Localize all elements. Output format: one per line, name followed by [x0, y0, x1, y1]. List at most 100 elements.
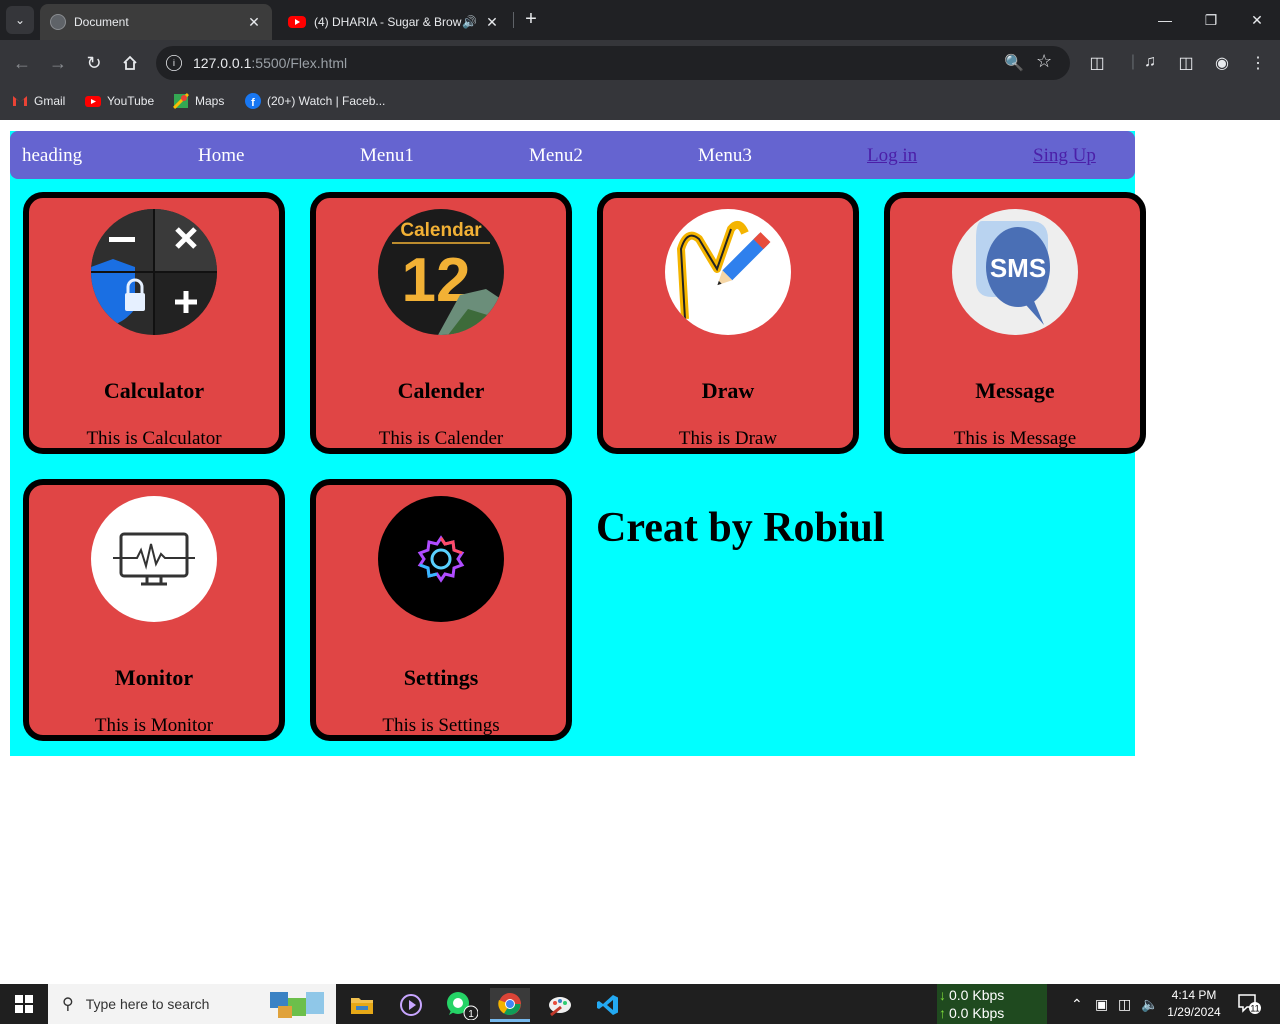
tab-title: (4) DHARIA - Sugar & Brownies [314, 15, 462, 29]
taskbar-file-explorer[interactable] [342, 988, 382, 1022]
window-close-button[interactable]: ✕ [1234, 0, 1280, 40]
nav-item-menu1[interactable]: Menu1 [360, 145, 414, 167]
folder-icon [351, 998, 373, 1014]
forward-button[interactable]: → [44, 49, 72, 77]
bookmark-star-icon[interactable]: ☆ [1036, 51, 1052, 72]
chevron-down-icon: ⌄ [14, 13, 26, 27]
close-icon[interactable]: ✕ [482, 14, 502, 31]
search-highlight-icon [270, 992, 324, 1018]
whatsapp-icon: 1 [447, 992, 478, 1020]
card-description: This is Settings [382, 715, 500, 736]
close-icon[interactable]: ✕ [244, 14, 264, 31]
bookmark-label: Gmail [34, 94, 66, 108]
card-description: This is Draw [678, 428, 778, 449]
network-icon[interactable]: ◫ [1118, 996, 1131, 1013]
reload-icon: ↻ [86, 52, 102, 73]
svg-text:f: f [251, 97, 255, 109]
notification-center[interactable]: 11 [1238, 994, 1262, 1017]
side-panel-icon[interactable]: ◫ [1175, 53, 1197, 73]
taskbar-paint[interactable] [540, 988, 580, 1022]
address-bar[interactable]: i 127.0.0.1:5500/Flex.html 🔍 ☆ [156, 46, 1070, 80]
taskbar-chrome[interactable] [490, 988, 530, 1022]
tab-separator [513, 12, 514, 28]
taskbar-media-player[interactable] [391, 988, 431, 1022]
download-arrow-icon: ↓ [939, 987, 946, 1003]
home-button[interactable] [116, 49, 144, 77]
zoom-icon[interactable]: 🔍 [1004, 53, 1024, 73]
meet-now-icon[interactable]: ▣ [1095, 996, 1108, 1013]
extensions-icon[interactable]: ◫ [1086, 53, 1108, 73]
top-navbar: heading Home Menu1 Menu2 Menu3 Log in Si… [10, 131, 1135, 179]
gmail-icon [13, 96, 27, 106]
card-calender[interactable]: Calendar 12 Calender This is Calender [310, 192, 572, 454]
new-tab-button[interactable]: + [520, 8, 542, 30]
card-title: Monitor [114, 665, 194, 690]
login-link[interactable]: Log in [867, 145, 917, 167]
page-container: heading Home Menu1 Menu2 Menu3 Log in Si… [10, 131, 1146, 756]
calendar-icon: Calendar 12 [378, 209, 504, 335]
site-info-icon[interactable]: i [166, 55, 182, 71]
youtube-icon [288, 16, 306, 28]
monitor-icon [91, 496, 217, 622]
more-menu-icon[interactable]: ⋮ [1247, 53, 1269, 73]
card-monitor[interactable]: Monitor This is Monitor [23, 479, 285, 741]
clock-date: 1/29/2024 [1167, 1005, 1221, 1019]
profile-avatar[interactable]: ◉ [1211, 53, 1233, 73]
card-title: Draw [701, 378, 755, 403]
upload-speed: 0.0 Kbps [949, 1005, 1005, 1021]
card-draw[interactable]: Draw This is Draw [597, 192, 859, 454]
taskbar-search[interactable]: ⚲ Type here to search [48, 984, 336, 1024]
speaker-icon[interactable]: 🔊 [462, 15, 478, 29]
draw-icon [665, 209, 791, 335]
card-description: This is Calculator [86, 428, 222, 449]
bookmark-facebook[interactable]: f (20+) Watch | Faceb... [245, 93, 385, 109]
notification-count: 11 [1250, 1004, 1259, 1014]
chevron-up-icon[interactable]: ⌃ [1071, 996, 1083, 1013]
home-icon [123, 55, 137, 70]
calculator-icon [91, 209, 217, 335]
card-title: Calender [397, 378, 485, 403]
nav-item-menu3[interactable]: Menu3 [698, 145, 752, 167]
volume-icon[interactable]: 🔈 [1141, 996, 1158, 1013]
upload-arrow-icon: ↑ [939, 1005, 946, 1021]
reload-button[interactable]: ↻ [80, 49, 108, 77]
bookmark-label: (20+) Watch | Faceb... [267, 94, 386, 108]
bookmark-youtube[interactable]: YouTube [85, 93, 154, 109]
calendar-image-text: Calendar [400, 220, 482, 241]
card-calculator[interactable]: Calculator This is Calculator [23, 192, 285, 454]
card-title: Calculator [103, 378, 205, 403]
signup-link[interactable]: Sing Up [1033, 145, 1096, 167]
taskbar-vscode[interactable] [588, 988, 628, 1022]
card-title: Message [975, 378, 1055, 403]
bookmarks-bar: Gmail YouTube Maps f (20+) Watch | Faceb… [0, 86, 1280, 120]
tab-document[interactable]: Document ✕ [40, 4, 272, 40]
card-description: This is Calender [378, 428, 504, 449]
card-message[interactable]: SMS Message This is Message [884, 192, 1146, 454]
url-path: :5500/Flex.html [251, 55, 348, 71]
system-clock[interactable]: 4:14 PM 1/29/2024 [1162, 987, 1226, 1021]
bookmark-gmail[interactable]: Gmail [12, 93, 65, 109]
restore-button[interactable]: ❐ [1188, 0, 1234, 40]
tab-youtube[interactable]: (4) DHARIA - Sugar & Brownies 🔊 ✕ [278, 4, 510, 40]
card-description: This is Monitor [94, 715, 214, 736]
notification-icon: 11 [1238, 994, 1261, 1014]
tab-title: Document [74, 15, 129, 29]
tab-search-button[interactable]: ⌄ [6, 6, 34, 34]
youtube-icon [85, 96, 101, 107]
nav-item-menu2[interactable]: Menu2 [529, 145, 583, 167]
taskbar: ⚲ Type here to search 1 ↓ 0.0 Kbps ↑ 0.0 K… [0, 984, 1280, 1024]
maps-icon [173, 93, 189, 109]
url-host: 127.0.0.1 [193, 55, 252, 71]
arrow-left-icon: ← [13, 52, 31, 73]
start-button[interactable] [0, 984, 48, 1024]
card-settings[interactable]: Settings This is Settings [310, 479, 572, 741]
bookmark-maps[interactable]: Maps [173, 93, 224, 109]
tab-strip: ⌄ Document ✕ (4) DHARIA - Sugar & Browni… [0, 0, 1280, 40]
url-text[interactable]: 127.0.0.1:5500/Flex.html [193, 55, 347, 71]
back-button[interactable]: ← [8, 49, 36, 77]
nav-item-home[interactable]: Home [198, 145, 244, 167]
media-control-icon[interactable]: ♫ [1139, 53, 1161, 71]
vscode-icon [597, 995, 618, 1015]
taskbar-whatsapp[interactable]: 1 [441, 988, 481, 1022]
minimize-button[interactable]: — [1142, 0, 1188, 40]
